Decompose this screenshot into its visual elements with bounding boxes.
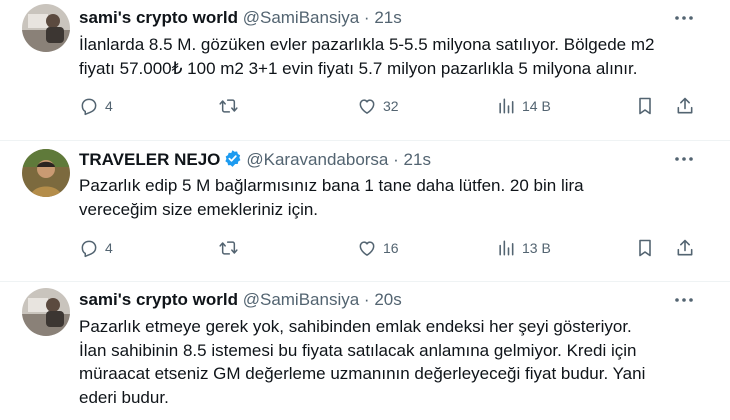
reply-button[interactable]: 4 xyxy=(79,96,113,116)
verified-icon xyxy=(223,149,242,173)
tweet-text: Pazarlık etmeye gerek yok, sahibinden em… xyxy=(79,315,719,409)
bookmark-button[interactable] xyxy=(636,96,654,116)
tweet-text-line: İlanlarda 8.5 M. gözüken evler pazarlıkl… xyxy=(79,35,655,54)
more-icon[interactable] xyxy=(670,149,698,169)
bookmark-icon xyxy=(639,97,651,115)
avatar[interactable] xyxy=(22,288,70,336)
tweet-1[interactable]: sami's crypto world @SamiBansiya · 21s İ… xyxy=(0,0,730,140)
author-handle[interactable]: @SamiBansiya xyxy=(243,8,359,27)
like-icon xyxy=(359,241,375,256)
tweet-text-line: fiyatı 57.000₺ 100 m2 3+1 evin fiyatı 5.… xyxy=(79,58,638,78)
author-name[interactable]: TRAVELER NEJO xyxy=(79,150,220,169)
tweet-text-line: Pazarlık edip 5 M bağlarmısınız bana 1 t… xyxy=(79,176,584,195)
more-icon[interactable] xyxy=(670,8,698,28)
author-name[interactable]: sami's crypto world xyxy=(79,290,238,309)
views-button[interactable]: 13 B xyxy=(496,238,551,258)
tweet-text-line: ederi budur. xyxy=(79,387,169,407)
tweet-header: sami's crypto world @SamiBansiya · 21s xyxy=(79,8,402,28)
views-count: 14 B xyxy=(522,98,551,114)
separator: · xyxy=(363,8,370,27)
tweet-text-line: İlan sahibinin 8.5 istemesi bu fiyata sa… xyxy=(79,340,637,360)
avatar[interactable] xyxy=(22,4,70,52)
retweet-icon xyxy=(219,99,238,113)
bookmark-icon xyxy=(639,239,651,257)
tweet-2[interactable]: TRAVELER NEJO @Karavandaborsa · 21s Pazar… xyxy=(0,141,730,281)
separator: · xyxy=(393,150,399,169)
views-icon xyxy=(499,98,514,114)
tweet-header: sami's crypto world @SamiBansiya · 20s xyxy=(79,290,402,310)
share-button[interactable] xyxy=(675,96,695,116)
tweet-text-line: müraacat etseniz GM değerleme uzmanının … xyxy=(79,364,646,383)
timestamp[interactable]: 20s xyxy=(374,290,401,309)
reply-icon xyxy=(81,98,97,116)
share-icon xyxy=(677,97,693,114)
action-bar: 4 32 14 B xyxy=(0,96,730,118)
bookmark-button[interactable] xyxy=(636,238,654,258)
tweet-text-line: vereceğim size emekleriniz için. xyxy=(79,199,319,219)
views-count: 13 B xyxy=(522,240,551,256)
like-icon xyxy=(359,99,375,114)
like-count: 32 xyxy=(383,98,399,114)
reply-icon xyxy=(81,240,97,258)
author-name[interactable]: sami's crypto world xyxy=(79,8,238,27)
more-icon[interactable] xyxy=(670,290,698,310)
views-button[interactable]: 14 B xyxy=(496,96,551,116)
retweet-button[interactable] xyxy=(218,238,245,258)
tweet-text: Pazarlık edip 5 M bağlarmısınız bana 1 t… xyxy=(79,174,719,221)
timestamp[interactable]: 21s xyxy=(374,8,401,27)
author-handle[interactable]: @Karavandaborsa xyxy=(246,150,388,169)
share-button[interactable] xyxy=(675,238,695,258)
tweet-text-line: Pazarlık etmeye gerek yok, sahibinden em… xyxy=(79,317,632,336)
avatar[interactable] xyxy=(22,149,70,197)
action-bar: 4 16 13 B xyxy=(0,238,730,260)
timestamp[interactable]: 21s xyxy=(404,150,431,169)
reply-count: 4 xyxy=(105,240,113,256)
reply-count: 4 xyxy=(105,98,113,114)
tweet-text: İlanlarda 8.5 M. gözüken evler pazarlıkl… xyxy=(79,33,719,80)
retweet-button[interactable] xyxy=(218,96,245,116)
retweet-icon xyxy=(219,241,238,255)
views-icon xyxy=(499,240,514,256)
author-handle[interactable]: @SamiBansiya xyxy=(243,290,359,309)
like-count: 16 xyxy=(383,240,399,256)
like-button[interactable]: 32 xyxy=(357,96,399,116)
reply-button[interactable]: 4 xyxy=(79,238,113,258)
share-icon xyxy=(677,239,693,256)
separator: · xyxy=(363,290,370,309)
like-button[interactable]: 16 xyxy=(357,238,399,258)
tweet-3[interactable]: sami's crypto world @SamiBansiya · 20s P… xyxy=(0,282,730,420)
tweet-header: TRAVELER NEJO @Karavandaborsa · 21s xyxy=(79,149,431,173)
